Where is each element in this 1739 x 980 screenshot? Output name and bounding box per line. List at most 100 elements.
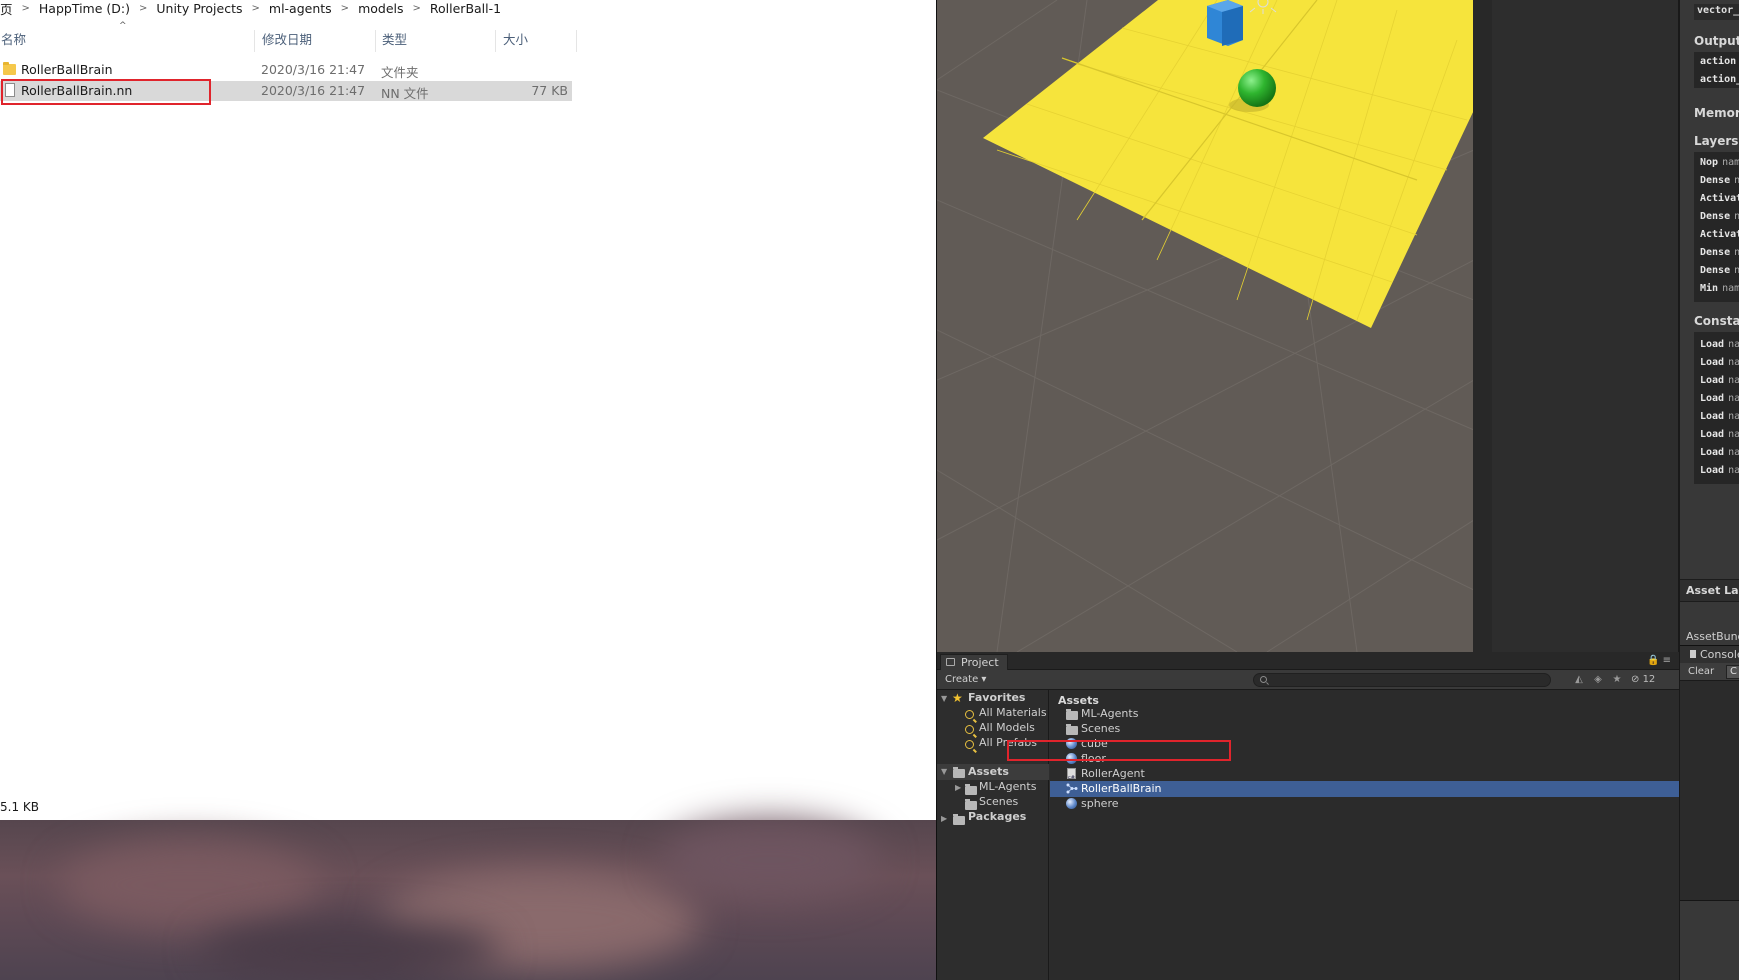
asset-item[interactable]: sphere	[1050, 796, 1679, 812]
breadcrumb-item[interactable]: models	[358, 1, 403, 16]
layer-name: Dense	[1700, 175, 1731, 186]
tree-packages[interactable]: Packages	[968, 809, 1026, 825]
wallpaper-nebula	[660, 820, 880, 900]
layer-name: Dense	[1700, 247, 1731, 258]
chevron-right-icon[interactable]: >	[22, 3, 30, 14]
column-header-modified[interactable]: 修改日期	[261, 30, 312, 52]
filter-by-label-icon[interactable]: ◈	[1592, 674, 1604, 686]
asset-item[interactable]: ML-Agents	[1050, 706, 1679, 722]
collapse-arrow-icon[interactable]: ▶	[955, 783, 961, 792]
status-bar-size: 5.1 KB	[0, 800, 39, 814]
tree-assets-row[interactable]: ▼ Assets	[937, 764, 1049, 780]
scene-viewport[interactable]	[937, 0, 1473, 652]
scene-scrollbar[interactable]	[1473, 0, 1492, 652]
constant-item: Load na	[1700, 357, 1739, 368]
breadcrumb: 页 > HappTime (D:) > Unity Projects > ml-…	[0, 0, 936, 18]
column-divider[interactable]	[254, 30, 255, 52]
file-type: 文件夹	[381, 65, 419, 80]
asset-name: RollerAgent	[1081, 767, 1145, 780]
project-window: Project 🔒 ≡ Create ▾ ◭ ◈ ★ ⊘ 12 ▼ ★ Favo…	[936, 652, 1679, 980]
search-input[interactable]	[1253, 673, 1551, 687]
expand-arrow-icon[interactable]: ▼	[941, 764, 947, 780]
console-detail-area[interactable]	[1680, 902, 1739, 980]
wallpaper-nebula	[60, 840, 320, 930]
chevron-right-icon[interactable]: >	[413, 3, 421, 14]
column-divider[interactable]	[495, 30, 496, 52]
asset-name: ML-Agents	[1081, 707, 1139, 720]
favorites-label: Favorites	[968, 691, 1026, 704]
breadcrumb-item[interactable]: Unity Projects	[156, 1, 242, 16]
asset-list: Assets ML-Agents Scenes cube floor Rolle…	[1050, 690, 1679, 980]
chevron-right-icon[interactable]: >	[252, 3, 260, 14]
chevron-right-icon[interactable]: >	[139, 3, 147, 14]
asset-item-selected[interactable]: RollerBallBrain	[1050, 781, 1679, 797]
prefab-sphere-icon	[1066, 798, 1077, 809]
collapse-arrow-icon[interactable]: ▶	[941, 814, 947, 823]
create-dropdown[interactable]: Create ▾	[945, 673, 986, 688]
tree-favorite-item[interactable]: All Models	[979, 720, 1035, 736]
folder-icon	[953, 814, 965, 825]
layer-item: Activati	[1700, 193, 1739, 204]
file-type: NN 文件	[381, 86, 429, 101]
tree-child-item[interactable]: ML-Agents	[979, 779, 1036, 795]
constant-item: Load na	[1700, 339, 1739, 350]
constant-name: Load	[1700, 429, 1725, 440]
floor-plane[interactable]	[983, 0, 1473, 328]
scene-view[interactable]	[936, 0, 1473, 652]
tree-favorite-item[interactable]: All Materials	[979, 705, 1047, 721]
layer-item: Nop nam	[1700, 157, 1739, 168]
tree-assets-label: Assets	[968, 765, 1009, 778]
column-header-size[interactable]: 大小	[502, 30, 528, 52]
layer-item: Activati	[1700, 229, 1739, 240]
column-header-name[interactable]: 名称	[0, 30, 26, 52]
file-row[interactable]: RollerBallBrain 2020/3/16 21:47 文件夹	[0, 60, 572, 80]
outputs-heading: Output	[1694, 34, 1739, 48]
output-item: action	[1700, 56, 1737, 67]
favorites-star-icon: ★	[952, 691, 963, 705]
asset-item[interactable]: Scenes	[1050, 721, 1679, 737]
console-tab[interactable]: Console	[1680, 645, 1739, 663]
constants-heading: Constants	[1694, 314, 1739, 328]
hidden-packages-count[interactable]: ⊘ 12	[1631, 674, 1655, 685]
asset-name: Scenes	[1081, 722, 1121, 735]
clear-button[interactable]: Clear	[1688, 666, 1714, 677]
constant-suffix: na	[1728, 411, 1739, 422]
folder-icon	[965, 784, 977, 795]
cube-object[interactable]	[1207, 0, 1243, 46]
expand-arrow-icon[interactable]: ▼	[941, 694, 947, 703]
breadcrumb-item[interactable]: ml-agents	[269, 1, 332, 16]
constant-item: Load na	[1700, 447, 1739, 458]
column-divider[interactable]	[576, 30, 577, 52]
input-field-name[interactable]: vector_obs	[1694, 4, 1739, 20]
collapse-button[interactable]: C	[1726, 665, 1739, 679]
asset-item[interactable]: RollerAgent	[1050, 766, 1679, 786]
tree-favorites[interactable]: Favorites	[968, 690, 1025, 706]
file-size: 77 KB	[531, 83, 568, 98]
console-log-area[interactable]	[1680, 681, 1739, 901]
folder-icon	[1066, 709, 1078, 720]
constant-item: Load na	[1700, 411, 1739, 422]
column-header-type[interactable]: 类型	[381, 30, 407, 52]
breadcrumb-item[interactable]: 页	[0, 0, 13, 18]
tree-child-item[interactable]: Scenes	[979, 794, 1018, 810]
constant-item: Load na	[1700, 375, 1739, 386]
favorite-star-icon[interactable]: ★	[1611, 674, 1623, 686]
layer-item: Min nam	[1700, 283, 1739, 294]
nn-model-icon	[1066, 783, 1078, 794]
layer-name: Min	[1700, 283, 1719, 294]
chevron-right-icon[interactable]: >	[341, 3, 349, 14]
column-headers: 名称 修改日期 类型 大小	[0, 30, 580, 52]
column-divider[interactable]	[375, 30, 376, 52]
asset-name: RollerBallBrain	[1081, 782, 1162, 795]
project-tab[interactable]: Project	[940, 654, 1008, 670]
breadcrumb-item[interactable]: HappTime (D:)	[39, 1, 130, 16]
project-toolbar: Create ▾ ◭ ◈ ★ ⊘ 12	[937, 670, 1679, 690]
lock-menu-icon[interactable]: 🔒 ≡	[1647, 655, 1671, 666]
constant-item: Load na	[1700, 465, 1739, 476]
filter-by-type-icon[interactable]: ◭	[1573, 674, 1585, 686]
breadcrumb-item[interactable]: RollerBall-1	[430, 1, 501, 16]
search-icon	[965, 740, 974, 749]
sphere-object[interactable]	[1238, 69, 1276, 107]
constant-name: Load	[1700, 447, 1725, 458]
asset-labels-bar[interactable]: Asset Labels	[1680, 579, 1739, 601]
